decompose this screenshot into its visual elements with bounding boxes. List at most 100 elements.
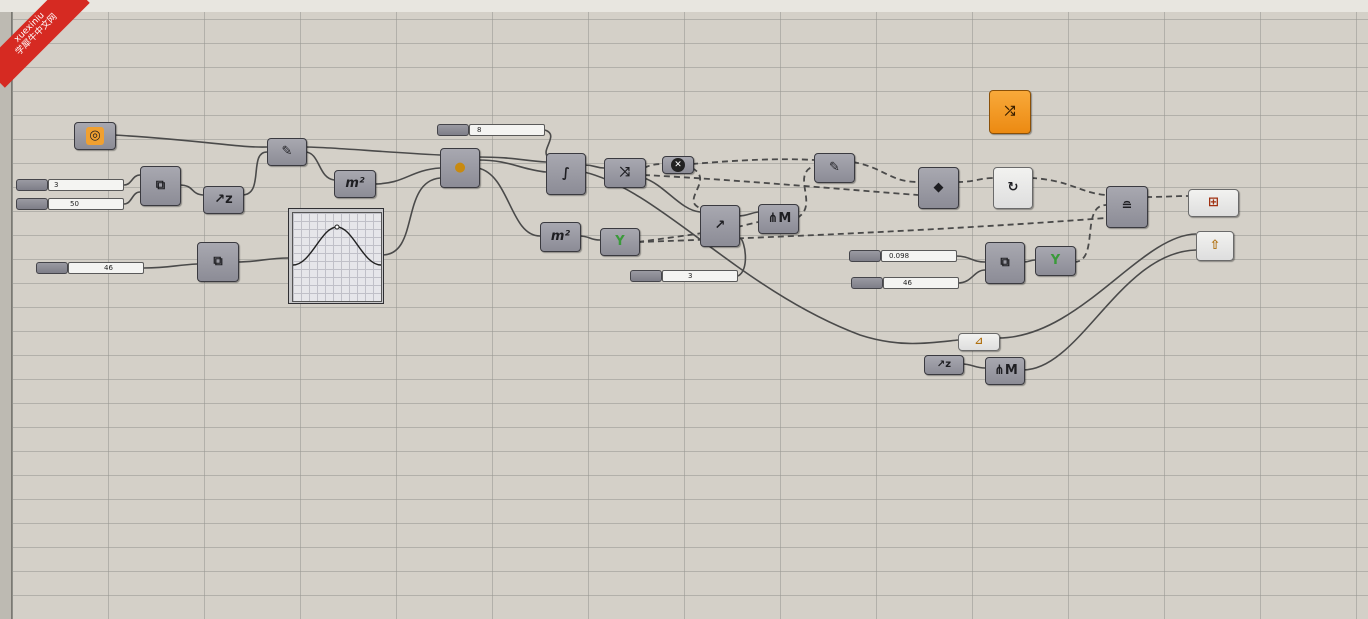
watermark-ribbon: xuexiniu 学犀牛中文网 (0, 0, 90, 88)
slider-grip[interactable] (36, 262, 68, 274)
cull-component[interactable]: ✕ (662, 156, 694, 174)
slider-value: 50 (70, 200, 79, 208)
custom-icon: ⊞ (1208, 195, 1219, 210)
wire (477, 167, 541, 237)
dashed-wire (1145, 195, 1189, 198)
region-component[interactable]: ↻ (993, 167, 1033, 209)
number-slider[interactable]: 3 (16, 179, 124, 191)
brep-component[interactable]: ◆ (918, 167, 959, 209)
point-component[interactable]: ✎ (267, 138, 307, 166)
slider-grip[interactable] (437, 124, 469, 136)
pipe-icon: Y (615, 234, 625, 249)
graph-mapper[interactable] (288, 208, 384, 304)
construct-point-component[interactable]: ● (440, 148, 480, 188)
slider-grip[interactable] (16, 198, 48, 210)
slider-track[interactable] (48, 179, 124, 191)
wire (997, 233, 1197, 339)
wire (643, 177, 701, 213)
number-slider[interactable]: 0.098 (849, 250, 957, 262)
wire (961, 363, 986, 369)
explode-icon: ⋔M (767, 211, 792, 226)
explode-component[interactable]: ⋔M (985, 357, 1025, 385)
dashed-wire (956, 177, 994, 183)
graph-mapper-grid (292, 212, 382, 302)
divide-component[interactable]: ⤨ (604, 158, 646, 188)
point-component[interactable]: ✎ (814, 153, 855, 183)
divide-icon: ⤨ (619, 165, 631, 180)
wire (304, 146, 441, 156)
explode-component[interactable]: ⋔M (758, 204, 799, 234)
custom-preview-component[interactable]: ⊞ (1188, 189, 1239, 217)
dashed-wire (796, 165, 815, 219)
mass-icon: m² (550, 229, 571, 244)
wire (143, 263, 198, 269)
series-component[interactable]: ⧉ (140, 166, 181, 206)
custom-icon: ⊿ (974, 336, 984, 347)
wire (123, 191, 141, 205)
slider-grip[interactable] (630, 270, 662, 282)
explode-icon: ⋔M (994, 363, 1018, 378)
slider-value: 3 (54, 181, 59, 189)
series-component[interactable]: ⧉ (197, 242, 239, 282)
pipe-component[interactable]: Y (1035, 246, 1076, 276)
curve-component[interactable]: ∫ (546, 153, 586, 195)
number-slider[interactable]: 46 (851, 277, 959, 289)
number-slider[interactable]: 8 (437, 124, 545, 136)
slider-value: 0.098 (889, 252, 910, 260)
pipe-component[interactable]: Y (600, 228, 640, 256)
slider-value: 3 (688, 272, 693, 280)
loft-icon: ≘ (1121, 199, 1133, 214)
wire (178, 184, 204, 196)
unit-z-component[interactable]: ↗z (924, 355, 964, 375)
wire (123, 174, 141, 186)
wire (304, 151, 335, 181)
dashed-wire (691, 158, 815, 165)
vector-icon: ↗z (936, 359, 952, 370)
pipe-icon: Y (1050, 253, 1061, 268)
slider-value: 46 (104, 264, 113, 272)
slider-track[interactable] (662, 270, 738, 282)
wire (583, 164, 605, 169)
wire (381, 177, 441, 256)
number-slider[interactable]: 50 (16, 198, 124, 210)
slider-grip[interactable] (16, 179, 48, 191)
move-component[interactable]: ↗ (700, 205, 740, 247)
dashed-wire (1030, 177, 1107, 196)
mass-addition-component[interactable]: m² (540, 222, 581, 252)
slider-grip[interactable] (851, 277, 883, 289)
series-component[interactable]: ⧉ (985, 242, 1025, 284)
cluster-icon: ⤮ (1004, 104, 1016, 119)
series-icon: ⧉ (1000, 255, 1010, 270)
dashed-wire (643, 163, 663, 169)
mass-addition-component[interactable]: m² (334, 170, 376, 198)
curve-icon: ∫ (562, 166, 570, 181)
cross-icon: ✕ (671, 158, 685, 172)
wire (477, 156, 547, 163)
circle-component[interactable]: ◎ (74, 122, 116, 150)
number-slider[interactable]: 46 (36, 262, 144, 274)
unit-z-component[interactable]: ↗z (203, 186, 244, 214)
slider-track[interactable] (48, 198, 124, 210)
wire (578, 235, 601, 241)
number-slider[interactable]: 3 (630, 270, 738, 282)
wire (113, 134, 268, 148)
loft-component[interactable]: ≘ (1106, 186, 1148, 228)
bake-component[interactable]: ⇧ (1196, 231, 1234, 261)
graph-mapper-icon (292, 224, 382, 266)
series-icon: ⧉ (155, 178, 166, 193)
slider-grip[interactable] (849, 250, 881, 262)
wire-layer (113, 129, 1197, 371)
slider-track[interactable] (883, 277, 959, 289)
region-icon: ↻ (1007, 180, 1019, 195)
wire (241, 151, 268, 196)
watermark-logo: xuexiniu 学犀牛中文网 (0, 0, 90, 90)
dashed-wire (643, 174, 919, 196)
dashed-wire (691, 167, 701, 209)
wire (955, 255, 986, 263)
panel-component[interactable]: ⊿ (958, 333, 1000, 351)
dashed-wire (1073, 204, 1107, 263)
brep-icon: ◆ (933, 180, 944, 195)
cluster-component[interactable]: ⤮ (989, 90, 1031, 134)
move-icon: ↗ (714, 218, 726, 233)
mass-icon: m² (345, 176, 365, 191)
